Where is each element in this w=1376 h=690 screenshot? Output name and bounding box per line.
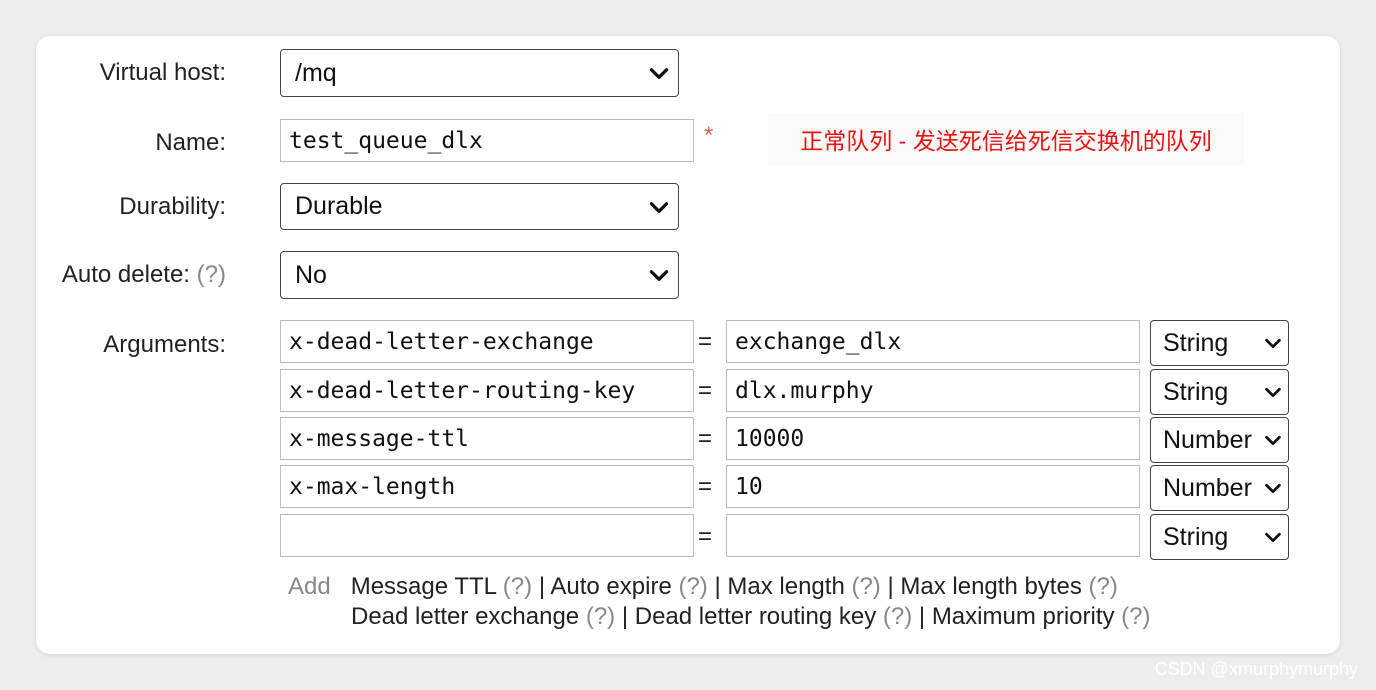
add-queue-form: Virtual host: /mq Name: test_queue_dlx *… bbox=[36, 36, 1340, 654]
argument-value-input[interactable]: dlx.murphy bbox=[726, 369, 1140, 412]
add-maximum-priority-link[interactable]: Maximum priority bbox=[932, 603, 1115, 630]
equals-sign: = bbox=[698, 425, 713, 452]
add-auto-expire-link[interactable]: Auto expire bbox=[550, 573, 671, 600]
argument-value-input[interactable]: 10 bbox=[726, 465, 1140, 508]
auto-delete-value: No bbox=[295, 260, 327, 289]
help-link[interactable]: (?) bbox=[678, 573, 707, 600]
argument-type-select[interactable]: Number bbox=[1150, 465, 1289, 511]
name-label: Name: bbox=[155, 129, 226, 156]
durability-label: Durability: bbox=[119, 193, 226, 220]
separator: | bbox=[621, 603, 629, 630]
argument-key-input[interactable]: x-max-length bbox=[280, 465, 694, 508]
chevron-down-icon bbox=[649, 270, 669, 281]
add-dead-letter-exchange-link[interactable]: Dead letter exchange bbox=[351, 603, 579, 630]
argument-type-select[interactable]: String bbox=[1150, 369, 1289, 415]
separator: | bbox=[714, 573, 721, 600]
separator: | bbox=[538, 573, 546, 600]
argument-type-value: String bbox=[1163, 377, 1229, 406]
argument-key-input[interactable]: x-dead-letter-exchange bbox=[280, 320, 694, 363]
argument-type-select[interactable]: Number bbox=[1150, 417, 1289, 463]
chevron-down-icon bbox=[1265, 387, 1281, 398]
virtual-host-label: Virtual host: bbox=[99, 59, 226, 86]
virtual-host-select[interactable]: /mq bbox=[280, 49, 679, 97]
auto-delete-select[interactable]: No bbox=[280, 251, 679, 299]
help-link[interactable]: (?) bbox=[883, 603, 912, 630]
argument-type-value: String bbox=[1163, 522, 1229, 551]
add-label: Add bbox=[288, 573, 331, 600]
help-link[interactable]: (?) bbox=[503, 573, 532, 600]
equals-sign: = bbox=[698, 377, 713, 404]
durability-select[interactable]: Durable bbox=[280, 183, 679, 230]
argument-type-value: Number bbox=[1163, 473, 1252, 502]
argument-type-select[interactable]: String bbox=[1150, 320, 1289, 366]
argument-type-value: String bbox=[1163, 328, 1229, 357]
chevron-down-icon bbox=[649, 201, 669, 213]
watermark: CSDN @xmurphymurphy bbox=[1154, 659, 1358, 679]
argument-key-input[interactable]: x-dead-letter-routing-key bbox=[280, 369, 694, 412]
argument-value-input[interactable] bbox=[726, 514, 1140, 557]
arguments-label: Arguments: bbox=[103, 331, 226, 358]
equals-sign: = bbox=[698, 473, 713, 500]
argument-type-select[interactable]: String bbox=[1150, 514, 1289, 560]
equals-sign: = bbox=[698, 328, 713, 355]
separator: | bbox=[918, 603, 926, 630]
durability-value: Durable bbox=[295, 192, 383, 220]
add-message-ttl-link[interactable]: Message TTL bbox=[351, 573, 496, 600]
equals-sign: = bbox=[698, 523, 713, 550]
annotation-note: 正常队列 - 发送死信给死信交换机的队列 bbox=[768, 113, 1244, 165]
chevron-down-icon bbox=[1265, 532, 1281, 543]
auto-delete-label-text: Auto delete: bbox=[61, 261, 190, 288]
argument-value-input[interactable]: exchange_dlx bbox=[726, 320, 1140, 363]
add-max-length-link[interactable]: Max length bbox=[727, 573, 844, 600]
argument-key-input[interactable]: x-message-ttl bbox=[280, 417, 694, 460]
argument-value-input[interactable]: 10000 bbox=[726, 417, 1140, 460]
add-dead-letter-routing-key-link[interactable]: Dead letter routing key bbox=[635, 603, 876, 630]
add-shortcuts-row-1: Add Message TTL (?) | Auto expire (?) | … bbox=[288, 572, 1118, 602]
chevron-down-icon bbox=[1265, 435, 1281, 446]
chevron-down-icon bbox=[1265, 483, 1281, 494]
chevron-down-icon bbox=[1265, 338, 1281, 349]
add-max-length-bytes-link[interactable]: Max length bytes bbox=[900, 573, 1081, 600]
help-link[interactable]: (?) bbox=[1121, 603, 1150, 630]
argument-key-input[interactable] bbox=[280, 514, 694, 557]
help-link[interactable]: (?) bbox=[1089, 573, 1118, 600]
help-link[interactable]: (?) bbox=[851, 573, 880, 600]
name-input[interactable]: test_queue_dlx bbox=[280, 119, 694, 162]
auto-delete-help[interactable]: (?) bbox=[197, 261, 226, 288]
required-asterisk: * bbox=[704, 122, 714, 149]
add-shortcuts-row-2: Dead letter exchange (?) | Dead letter r… bbox=[351, 602, 1151, 632]
separator: | bbox=[887, 573, 894, 600]
help-link[interactable]: (?) bbox=[586, 603, 615, 630]
virtual-host-value: /mq bbox=[295, 58, 337, 87]
argument-type-value: Number bbox=[1163, 425, 1252, 454]
auto-delete-label: Auto delete: (?) bbox=[62, 260, 226, 290]
chevron-down-icon bbox=[649, 68, 669, 79]
